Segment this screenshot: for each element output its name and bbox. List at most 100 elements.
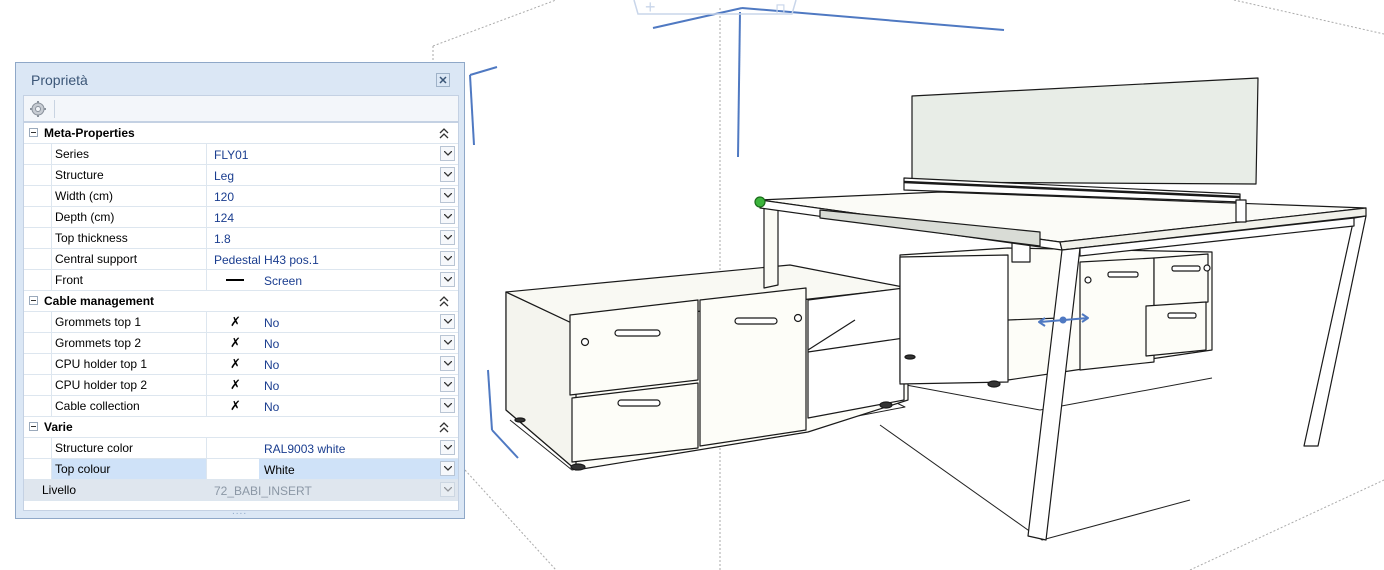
property-row-front[interactable]: Front Screen bbox=[24, 270, 458, 291]
desk-model[interactable] bbox=[505, 77, 1367, 541]
x-mark-icon: ✗ bbox=[230, 356, 241, 371]
panel-toolbar bbox=[23, 95, 459, 122]
property-value[interactable]: No bbox=[264, 358, 279, 372]
property-value[interactable]: RAL9003 white bbox=[264, 442, 345, 456]
line-swatch-icon bbox=[226, 279, 244, 281]
chevron-down-icon bbox=[440, 482, 455, 497]
name-cell: Grommets top 2 bbox=[51, 333, 207, 353]
chevron-down-icon[interactable] bbox=[440, 188, 455, 203]
category-meta-properties[interactable]: Meta-Properties bbox=[24, 123, 458, 144]
property-row-series[interactable]: Series FLY01 bbox=[24, 144, 458, 165]
property-value[interactable]: White bbox=[264, 463, 295, 477]
property-name: Depth (cm) bbox=[55, 210, 115, 224]
resize-grip[interactable]: .... bbox=[232, 506, 247, 517]
property-value: 72_BABI_INSERT bbox=[214, 484, 312, 498]
property-row-cpu-holder-top-1[interactable]: CPU holder top 1 ✗ No bbox=[24, 354, 458, 375]
chevron-down-icon[interactable] bbox=[440, 461, 455, 476]
property-row-cable-collection[interactable]: Cable collection ✗ No bbox=[24, 396, 458, 417]
chevron-down-icon[interactable] bbox=[440, 251, 455, 266]
property-row-livello[interactable]: Livello 72_BABI_INSERT bbox=[24, 480, 458, 501]
collapse-up-icon[interactable] bbox=[438, 126, 450, 140]
name-cell: Structure bbox=[51, 165, 207, 185]
property-value[interactable]: No bbox=[264, 400, 279, 414]
property-row-structure[interactable]: Structure Leg bbox=[24, 165, 458, 186]
property-name: Series bbox=[55, 147, 90, 161]
property-name: Width (cm) bbox=[55, 189, 113, 203]
color-swatch bbox=[207, 459, 259, 479]
property-row-top-colour[interactable]: Top colour White bbox=[24, 459, 458, 480]
property-value[interactable]: No bbox=[264, 379, 279, 393]
property-row-width[interactable]: Width (cm) 120 bbox=[24, 186, 458, 207]
property-name: Cable collection bbox=[55, 399, 140, 413]
chevron-down-icon[interactable] bbox=[440, 146, 455, 161]
chevron-down-icon[interactable] bbox=[440, 356, 455, 371]
chevron-down-icon[interactable] bbox=[440, 230, 455, 245]
x-mark-icon: ✗ bbox=[230, 314, 241, 329]
screen-panel bbox=[903, 77, 1259, 203]
category-label: Varie bbox=[44, 420, 73, 434]
property-row-cpu-holder-top-2[interactable]: CPU holder top 2 ✗ No bbox=[24, 375, 458, 396]
property-name: Front bbox=[55, 273, 84, 287]
property-value[interactable]: Screen bbox=[264, 274, 302, 288]
close-icon[interactable] bbox=[436, 73, 450, 87]
property-row-central-support[interactable]: Central support Pedestal H43 pos.1 bbox=[24, 249, 458, 270]
chevron-down-icon[interactable] bbox=[440, 314, 455, 329]
desk-top bbox=[759, 191, 1367, 251]
top-gizmo[interactable]: + ⊓ bbox=[633, 0, 797, 17]
property-value[interactable]: Leg bbox=[214, 169, 234, 183]
collapse-up-icon[interactable] bbox=[438, 294, 450, 308]
property-row-top-thickness[interactable]: Top thickness 1.8 bbox=[24, 228, 458, 249]
chevron-down-icon[interactable] bbox=[440, 377, 455, 392]
name-cell: Width (cm) bbox=[51, 186, 207, 206]
property-value[interactable]: 120 bbox=[214, 190, 234, 204]
chevron-down-icon[interactable] bbox=[440, 440, 455, 455]
minus-icon[interactable] bbox=[29, 296, 38, 305]
property-name: CPU holder top 1 bbox=[55, 357, 148, 371]
property-value[interactable]: 124 bbox=[214, 211, 234, 225]
category-label: Cable management bbox=[44, 294, 155, 308]
chevron-down-icon[interactable] bbox=[440, 335, 455, 350]
property-value[interactable]: No bbox=[264, 316, 279, 330]
name-cell: Series bbox=[51, 144, 207, 164]
category-varie[interactable]: Varie bbox=[24, 417, 458, 438]
name-cell: Grommets top 1 bbox=[51, 312, 207, 332]
property-value[interactable]: No bbox=[264, 337, 279, 351]
panel-title-bar[interactable]: Proprietà bbox=[16, 63, 464, 95]
property-row-grommets-top-2[interactable]: Grommets top 2 ✗ No bbox=[24, 333, 458, 354]
minus-icon[interactable] bbox=[29, 128, 38, 137]
chevron-down-icon[interactable] bbox=[440, 398, 455, 413]
left-pedestal bbox=[505, 264, 909, 471]
property-name: Grommets top 2 bbox=[55, 336, 142, 350]
property-value[interactable]: Pedestal H43 pos.1 bbox=[214, 253, 319, 267]
grip-handle-green bbox=[754, 196, 766, 208]
name-cell: Depth (cm) bbox=[51, 207, 207, 227]
chevron-down-icon[interactable] bbox=[440, 167, 455, 182]
minus-icon[interactable] bbox=[29, 422, 38, 431]
name-cell: Cable collection bbox=[51, 396, 207, 416]
name-cell: CPU holder top 1 bbox=[51, 354, 207, 374]
x-mark-icon: ✗ bbox=[230, 335, 241, 350]
category-label: Meta-Properties bbox=[44, 126, 135, 140]
name-cell: Front bbox=[51, 270, 207, 290]
panel-title: Proprietà bbox=[31, 72, 88, 88]
property-value[interactable]: FLY01 bbox=[214, 148, 248, 162]
property-name: Top colour bbox=[55, 462, 111, 476]
toolbar-separator bbox=[54, 100, 55, 118]
property-value[interactable]: 1.8 bbox=[214, 232, 231, 246]
property-name: Grommets top 1 bbox=[55, 315, 142, 329]
property-name: Structure bbox=[55, 168, 104, 182]
chevron-down-icon[interactable] bbox=[440, 209, 455, 224]
x-mark-icon: ✗ bbox=[230, 398, 241, 413]
rear-left-leg bbox=[763, 204, 779, 289]
property-name: Structure color bbox=[55, 441, 134, 455]
category-cable-management[interactable]: Cable management bbox=[24, 291, 458, 312]
property-name: Central support bbox=[55, 252, 138, 266]
collapse-up-icon[interactable] bbox=[438, 420, 450, 434]
property-name: Livello bbox=[42, 483, 77, 497]
chevron-down-icon[interactable] bbox=[440, 272, 455, 287]
gear-icon[interactable] bbox=[29, 100, 47, 118]
property-row-grommets-top-1[interactable]: Grommets top 1 ✗ No bbox=[24, 312, 458, 333]
property-row-structure-color[interactable]: Structure color RAL9003 white bbox=[24, 438, 458, 459]
properties-panel: Proprietà Meta-Properties Series FLY01 S… bbox=[15, 62, 465, 519]
property-row-depth[interactable]: Depth (cm) 124 bbox=[24, 207, 458, 228]
